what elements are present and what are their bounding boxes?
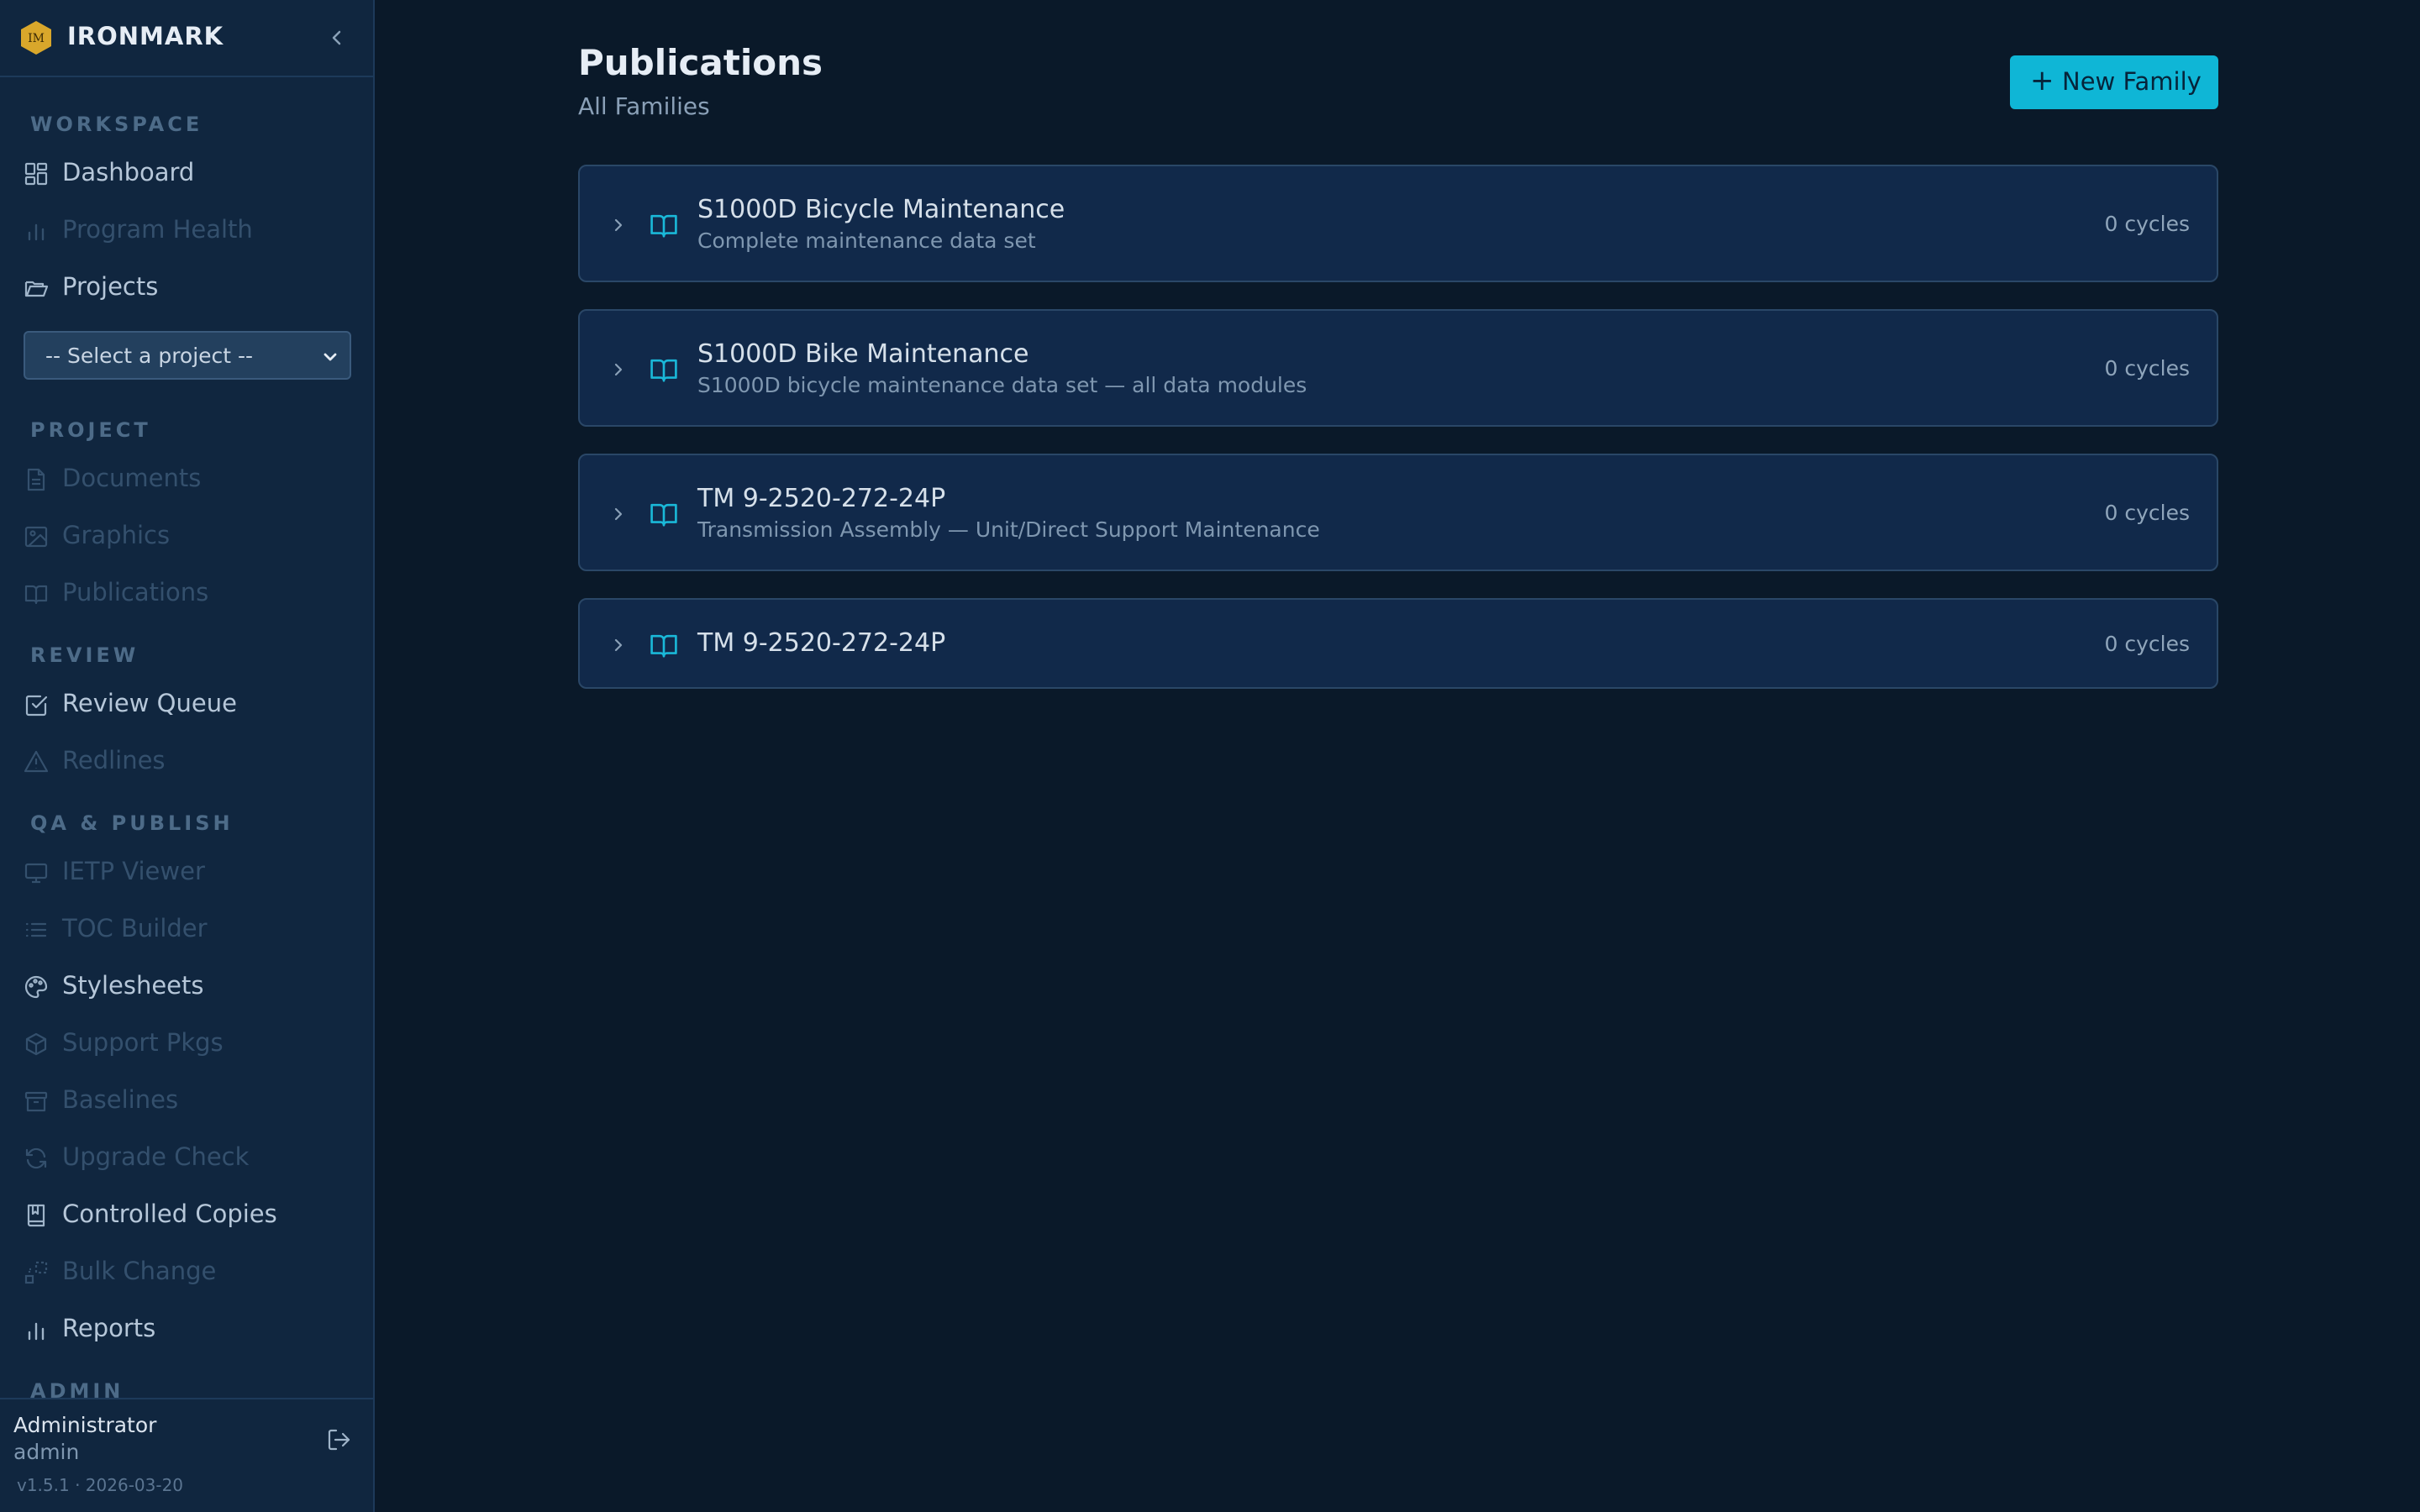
sidebar-item-documents[interactable]: Documents (24, 457, 360, 499)
family-cycles: 0 cycles (2104, 632, 2191, 656)
user-role: admin (13, 1440, 80, 1464)
section-workspace: WORKSPACE (30, 113, 203, 136)
plus-icon: + (2030, 64, 2054, 97)
family-cycles: 0 cycles (2104, 356, 2191, 381)
dashboard-icon (24, 161, 49, 186)
sidebar-item-label: Support Pkgs (62, 1028, 224, 1057)
book-open-icon (24, 581, 49, 606)
sidebar-item-label: Redlines (62, 746, 166, 774)
bar-chart-icon (24, 218, 49, 244)
sidebar-item-label: Baselines (62, 1085, 179, 1114)
logout-button[interactable] (326, 1426, 353, 1453)
sidebar-item-label: Documents (62, 464, 202, 492)
sidebar-item-graphics[interactable]: Graphics (24, 514, 360, 556)
sidebar-item-label: Projects (62, 272, 159, 301)
app-version: v1.5.1 · 2026-03-20 (17, 1475, 184, 1495)
sidebar-item-bulk-change[interactable]: Bulk Change (24, 1250, 360, 1292)
section-project: PROJECT (30, 418, 151, 442)
sidebar-item-ietp-viewer[interactable]: IETP Viewer (24, 850, 360, 892)
chevron-left-icon (332, 30, 341, 45)
page-subtitle: All Families (578, 92, 710, 120)
family-card[interactable]: TM 9-2520-272-24P Transmission Assembly … (578, 454, 2218, 571)
project-select-value: -- Select a project -- (45, 344, 254, 368)
sidebar-item-label: Bulk Change (62, 1257, 217, 1285)
new-family-button[interactable]: + New Family (2010, 55, 2218, 109)
app-name: IRONMARK (67, 22, 224, 50)
chevron-right-icon[interactable] (608, 360, 629, 380)
family-card[interactable]: TM 9-2520-272-24P 0 cycles (578, 598, 2218, 689)
check-square-icon (24, 692, 49, 717)
book-open-icon (649, 630, 679, 660)
family-name: S1000D Bike Maintenance (697, 339, 1029, 369)
palette-icon (24, 974, 49, 1000)
sidebar-item-label: Upgrade Check (62, 1142, 250, 1171)
logout-icon (328, 1429, 350, 1451)
package-icon (24, 1032, 49, 1057)
book-open-icon (649, 354, 679, 385)
sidebar-item-label: Controlled Copies (62, 1200, 277, 1228)
chevron-right-icon[interactable] (608, 635, 629, 655)
sidebar-item-review-queue[interactable]: Review Queue (24, 682, 360, 724)
family-description: Complete maintenance data set (697, 228, 1036, 253)
document-icon (24, 467, 49, 492)
sidebar-item-redlines[interactable]: Redlines (24, 739, 360, 781)
new-family-label: New Family (2062, 67, 2202, 96)
user-panel: Administrator admin v1.5.1 · 2026-03-20 (0, 1398, 373, 1512)
sidebar-item-label: Graphics (62, 521, 171, 549)
bulk-edit-icon (24, 1260, 49, 1285)
family-description: Transmission Assembly — Unit/Direct Supp… (697, 517, 1320, 542)
sidebar-item-label: Publications (62, 578, 209, 606)
sidebar-item-label: Stylesheets (62, 971, 204, 1000)
section-review: REVIEW (30, 643, 139, 667)
family-name: TM 9-2520-272-24P (697, 628, 946, 658)
bar-chart-icon (24, 1317, 49, 1342)
sidebar: IM IRONMARK WORKSPACE Dashboard Program … (0, 0, 375, 1512)
family-name: TM 9-2520-272-24P (697, 484, 946, 513)
family-card[interactable]: S1000D Bicycle Maintenance Complete main… (578, 165, 2218, 282)
sidebar-item-toc-builder[interactable]: TOC Builder (24, 907, 360, 949)
section-qa-publish: QA & PUBLISH (30, 811, 234, 835)
chevron-down-icon (318, 344, 343, 370)
sidebar-item-controlled-copies[interactable]: Controlled Copies (24, 1193, 360, 1235)
image-icon (24, 524, 49, 549)
sidebar-item-label: Program Health (62, 215, 253, 244)
sidebar-item-dashboard[interactable]: Dashboard (24, 151, 360, 193)
svg-text:IM: IM (28, 32, 45, 45)
family-cycles: 0 cycles (2104, 501, 2191, 525)
sidebar-item-baselines[interactable]: Baselines (24, 1079, 360, 1121)
book-open-icon (649, 210, 679, 240)
family-name: S1000D Bicycle Maintenance (697, 195, 1065, 224)
sidebar-item-reports[interactable]: Reports (24, 1307, 360, 1349)
user-name: Administrator (13, 1413, 157, 1437)
folder-open-icon (24, 276, 49, 301)
book-marked-icon (24, 1203, 49, 1228)
page-title: Publications (578, 42, 823, 83)
project-select[interactable]: -- Select a project -- (24, 331, 351, 380)
sidebar-item-stylesheets[interactable]: Stylesheets (24, 964, 360, 1006)
brand-header: IM IRONMARK (0, 0, 373, 77)
sidebar-item-projects[interactable]: Projects (24, 265, 360, 307)
refresh-icon (24, 1146, 49, 1171)
sidebar-item-label: Dashboard (62, 158, 195, 186)
sidebar-item-label: TOC Builder (62, 914, 208, 942)
family-cycles: 0 cycles (2104, 212, 2191, 236)
sidebar-item-label: IETP Viewer (62, 857, 205, 885)
collapse-sidebar-button[interactable] (323, 24, 351, 52)
sidebar-item-publications[interactable]: Publications (24, 571, 360, 613)
sidebar-item-label: Review Queue (62, 689, 237, 717)
sidebar-item-program-health[interactable]: Program Health (24, 208, 360, 250)
family-card[interactable]: S1000D Bike Maintenance S1000D bicycle m… (578, 309, 2218, 427)
sidebar-item-support-pkgs[interactable]: Support Pkgs (24, 1021, 360, 1063)
list-icon (24, 917, 49, 942)
book-open-icon (649, 499, 679, 529)
logo-icon: IM (18, 20, 54, 55)
chevron-right-icon[interactable] (608, 215, 629, 235)
sidebar-item-label: Reports (62, 1314, 156, 1342)
sidebar-item-upgrade-check[interactable]: Upgrade Check (24, 1136, 360, 1178)
monitor-icon (24, 860, 49, 885)
archive-icon (24, 1089, 49, 1114)
chevron-right-icon[interactable] (608, 504, 629, 524)
alert-triangle-icon (24, 749, 49, 774)
family-description: S1000D bicycle maintenance data set — al… (697, 373, 1307, 397)
